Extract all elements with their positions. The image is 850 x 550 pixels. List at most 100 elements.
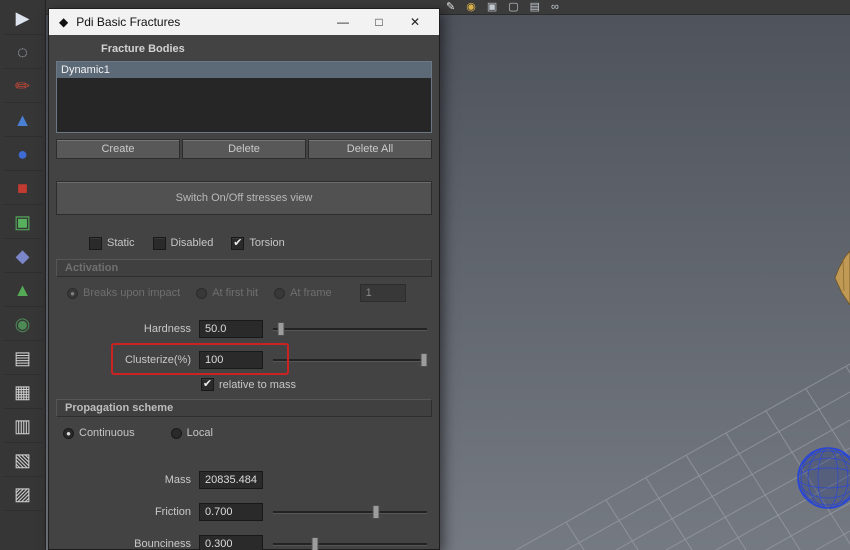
switch-stresses-view-button[interactable]: Switch On/Off stresses view <box>56 181 432 215</box>
mass-input[interactable] <box>199 471 263 489</box>
sphere-tool-button[interactable]: ● <box>4 137 42 171</box>
lasso-tool-button[interactable]: ◌ <box>4 35 42 69</box>
maximize-button[interactable]: □ <box>361 11 397 33</box>
bounciness-input[interactable] <box>199 535 263 550</box>
select-tool-button[interactable]: ▶ <box>4 1 42 35</box>
slider-handle[interactable] <box>420 353 427 367</box>
propagation-radio-row: ● Continuous Local <box>63 423 439 443</box>
checkbox-box <box>153 237 166 250</box>
globe-tool-button[interactable]: ◉ <box>4 307 42 341</box>
slider-handle[interactable] <box>277 322 284 336</box>
dialog-content: Fracture Bodies Dynamic1 Create Delete D… <box>49 35 439 550</box>
local-radio[interactable]: Local <box>171 427 213 439</box>
slider-handle[interactable] <box>373 505 380 519</box>
at-frame-input[interactable] <box>360 284 406 302</box>
grid-panel-button[interactable]: ▦ <box>4 375 42 409</box>
fracture-bodies-label: Fracture Bodies <box>101 41 439 57</box>
delete-button[interactable]: Delete <box>182 139 306 159</box>
slider-track <box>273 543 427 545</box>
pen-icon[interactable]: ✎ <box>446 1 455 14</box>
checkmark-icon: ✔ <box>233 238 242 249</box>
lasso-tool-icon: ◌ <box>17 43 28 61</box>
wireframe-sphere[interactable] <box>798 448 850 508</box>
activation-radio-row: ● Breaks upon impact At first hit At fra… <box>67 283 439 303</box>
relative-to-mass-row: ✔ relative to mass <box>201 378 439 393</box>
layer-stack-button[interactable]: ▤ <box>4 341 42 375</box>
title-bar[interactable]: ◆ Pdi Basic Fractures — □ ✕ <box>49 9 439 35</box>
mesh-panel-button[interactable]: ▨ <box>4 477 42 511</box>
friction-slider[interactable] <box>273 504 427 520</box>
lattice-tool-button[interactable]: ▣ <box>4 205 42 239</box>
clusterize-slider[interactable] <box>273 352 427 368</box>
bounciness-row: Bounciness <box>49 534 439 550</box>
bounciness-label: Bounciness <box>49 538 199 550</box>
clusterize-row: Clusterize(%) <box>49 350 439 370</box>
top-toolbar-icons: ✎ ◉ ▣ ▢ ▤ ∞ <box>446 1 559 14</box>
flags-row: Static Disabled ✔ Torsion <box>89 235 439 251</box>
friction-input[interactable] <box>199 503 263 521</box>
radio-dot: ● <box>70 289 75 298</box>
radio-circle <box>274 288 285 299</box>
create-button[interactable]: Create <box>56 139 180 159</box>
close-button[interactable]: ✕ <box>397 11 433 33</box>
continuous-radio[interactable]: ● Continuous <box>63 427 135 439</box>
projectile-tool-button[interactable]: ◆ <box>4 239 42 273</box>
at-frame-radio[interactable]: At frame <box>274 287 332 299</box>
window-title: Pdi Basic Fractures <box>76 15 325 29</box>
layer-stack-icon: ▤ <box>14 349 31 367</box>
checkmark-icon: ✔ <box>203 379 212 390</box>
slider-handle[interactable] <box>311 537 318 550</box>
disabled-checkbox[interactable]: Disabled <box>153 237 214 250</box>
slider-track <box>273 359 427 361</box>
render-node-icon[interactable]: ◉ <box>466 1 476 14</box>
projectile-icon: ◆ <box>16 247 30 265</box>
radio-label: At frame <box>290 287 332 299</box>
mass-row: Mass <box>49 470 439 490</box>
checkbox-label: Disabled <box>171 237 214 249</box>
hardness-input[interactable] <box>199 320 263 338</box>
layers-panel-icon[interactable]: ▤ <box>530 1 540 14</box>
paint-brush-tool-button[interactable]: ✏ <box>4 69 42 103</box>
emitter-tool-button[interactable]: ▲ <box>4 273 42 307</box>
minimize-button[interactable]: — <box>325 11 361 33</box>
at-first-hit-radio[interactable]: At first hit <box>196 287 258 299</box>
friction-row: Friction <box>49 502 439 522</box>
hatch-panel-button[interactable]: ▧ <box>4 443 42 477</box>
radio-label: At first hit <box>212 287 258 299</box>
bounciness-slider[interactable] <box>273 536 427 550</box>
cube-tool-button[interactable]: ■ <box>4 171 42 205</box>
checkbox-box: ✔ <box>231 237 244 250</box>
cube-icon: ■ <box>17 179 28 197</box>
list-actions: Create Delete Delete All <box>56 139 432 159</box>
checkbox-box: ✔ <box>201 378 214 391</box>
list-panel-icon: ▥ <box>14 417 31 435</box>
breaks-upon-impact-radio[interactable]: ● Breaks upon impact <box>67 287 180 299</box>
relative-to-mass-checkbox[interactable]: ✔ relative to mass <box>201 378 439 391</box>
mesh-panel-icon: ▨ <box>14 485 31 503</box>
fracture-paint-tool-button[interactable]: ▲ <box>4 103 42 137</box>
layout-icon[interactable]: ▢ <box>508 1 518 14</box>
panel-icon[interactable]: ▣ <box>487 1 497 14</box>
delete-all-button[interactable]: Delete All <box>308 139 432 159</box>
link-icon[interactable]: ∞ <box>551 1 559 14</box>
list-item[interactable]: Dynamic1 <box>57 62 431 78</box>
slider-track <box>273 328 427 330</box>
list-panel-button[interactable]: ▥ <box>4 409 42 443</box>
radio-label: Local <box>187 427 213 439</box>
clusterize-label: Clusterize(%) <box>49 354 199 366</box>
checkbox-label: Static <box>107 237 135 249</box>
activation-section-header: Activation <box>56 259 432 277</box>
friction-label: Friction <box>49 506 199 518</box>
tool-shelf: ▶ ◌ ✏ ▲ ● ■ ▣ ◆ ▲ ◉ ▤ ▦ ▥ ▧ ▨ <box>0 0 46 550</box>
clusterize-input[interactable] <box>199 351 263 369</box>
checkbox-label: Torsion <box>249 237 284 249</box>
checkbox-label: relative to mass <box>219 379 296 391</box>
static-checkbox[interactable]: Static <box>89 237 135 250</box>
grid-panel-icon: ▦ <box>14 383 31 401</box>
radio-label: Continuous <box>79 427 135 439</box>
hatch-panel-icon: ▧ <box>14 451 31 469</box>
hardness-slider[interactable] <box>273 321 427 337</box>
emitter-icon: ▲ <box>14 281 32 299</box>
torsion-checkbox[interactable]: ✔ Torsion <box>231 237 284 250</box>
fracture-bodies-list[interactable]: Dynamic1 <box>56 61 432 133</box>
